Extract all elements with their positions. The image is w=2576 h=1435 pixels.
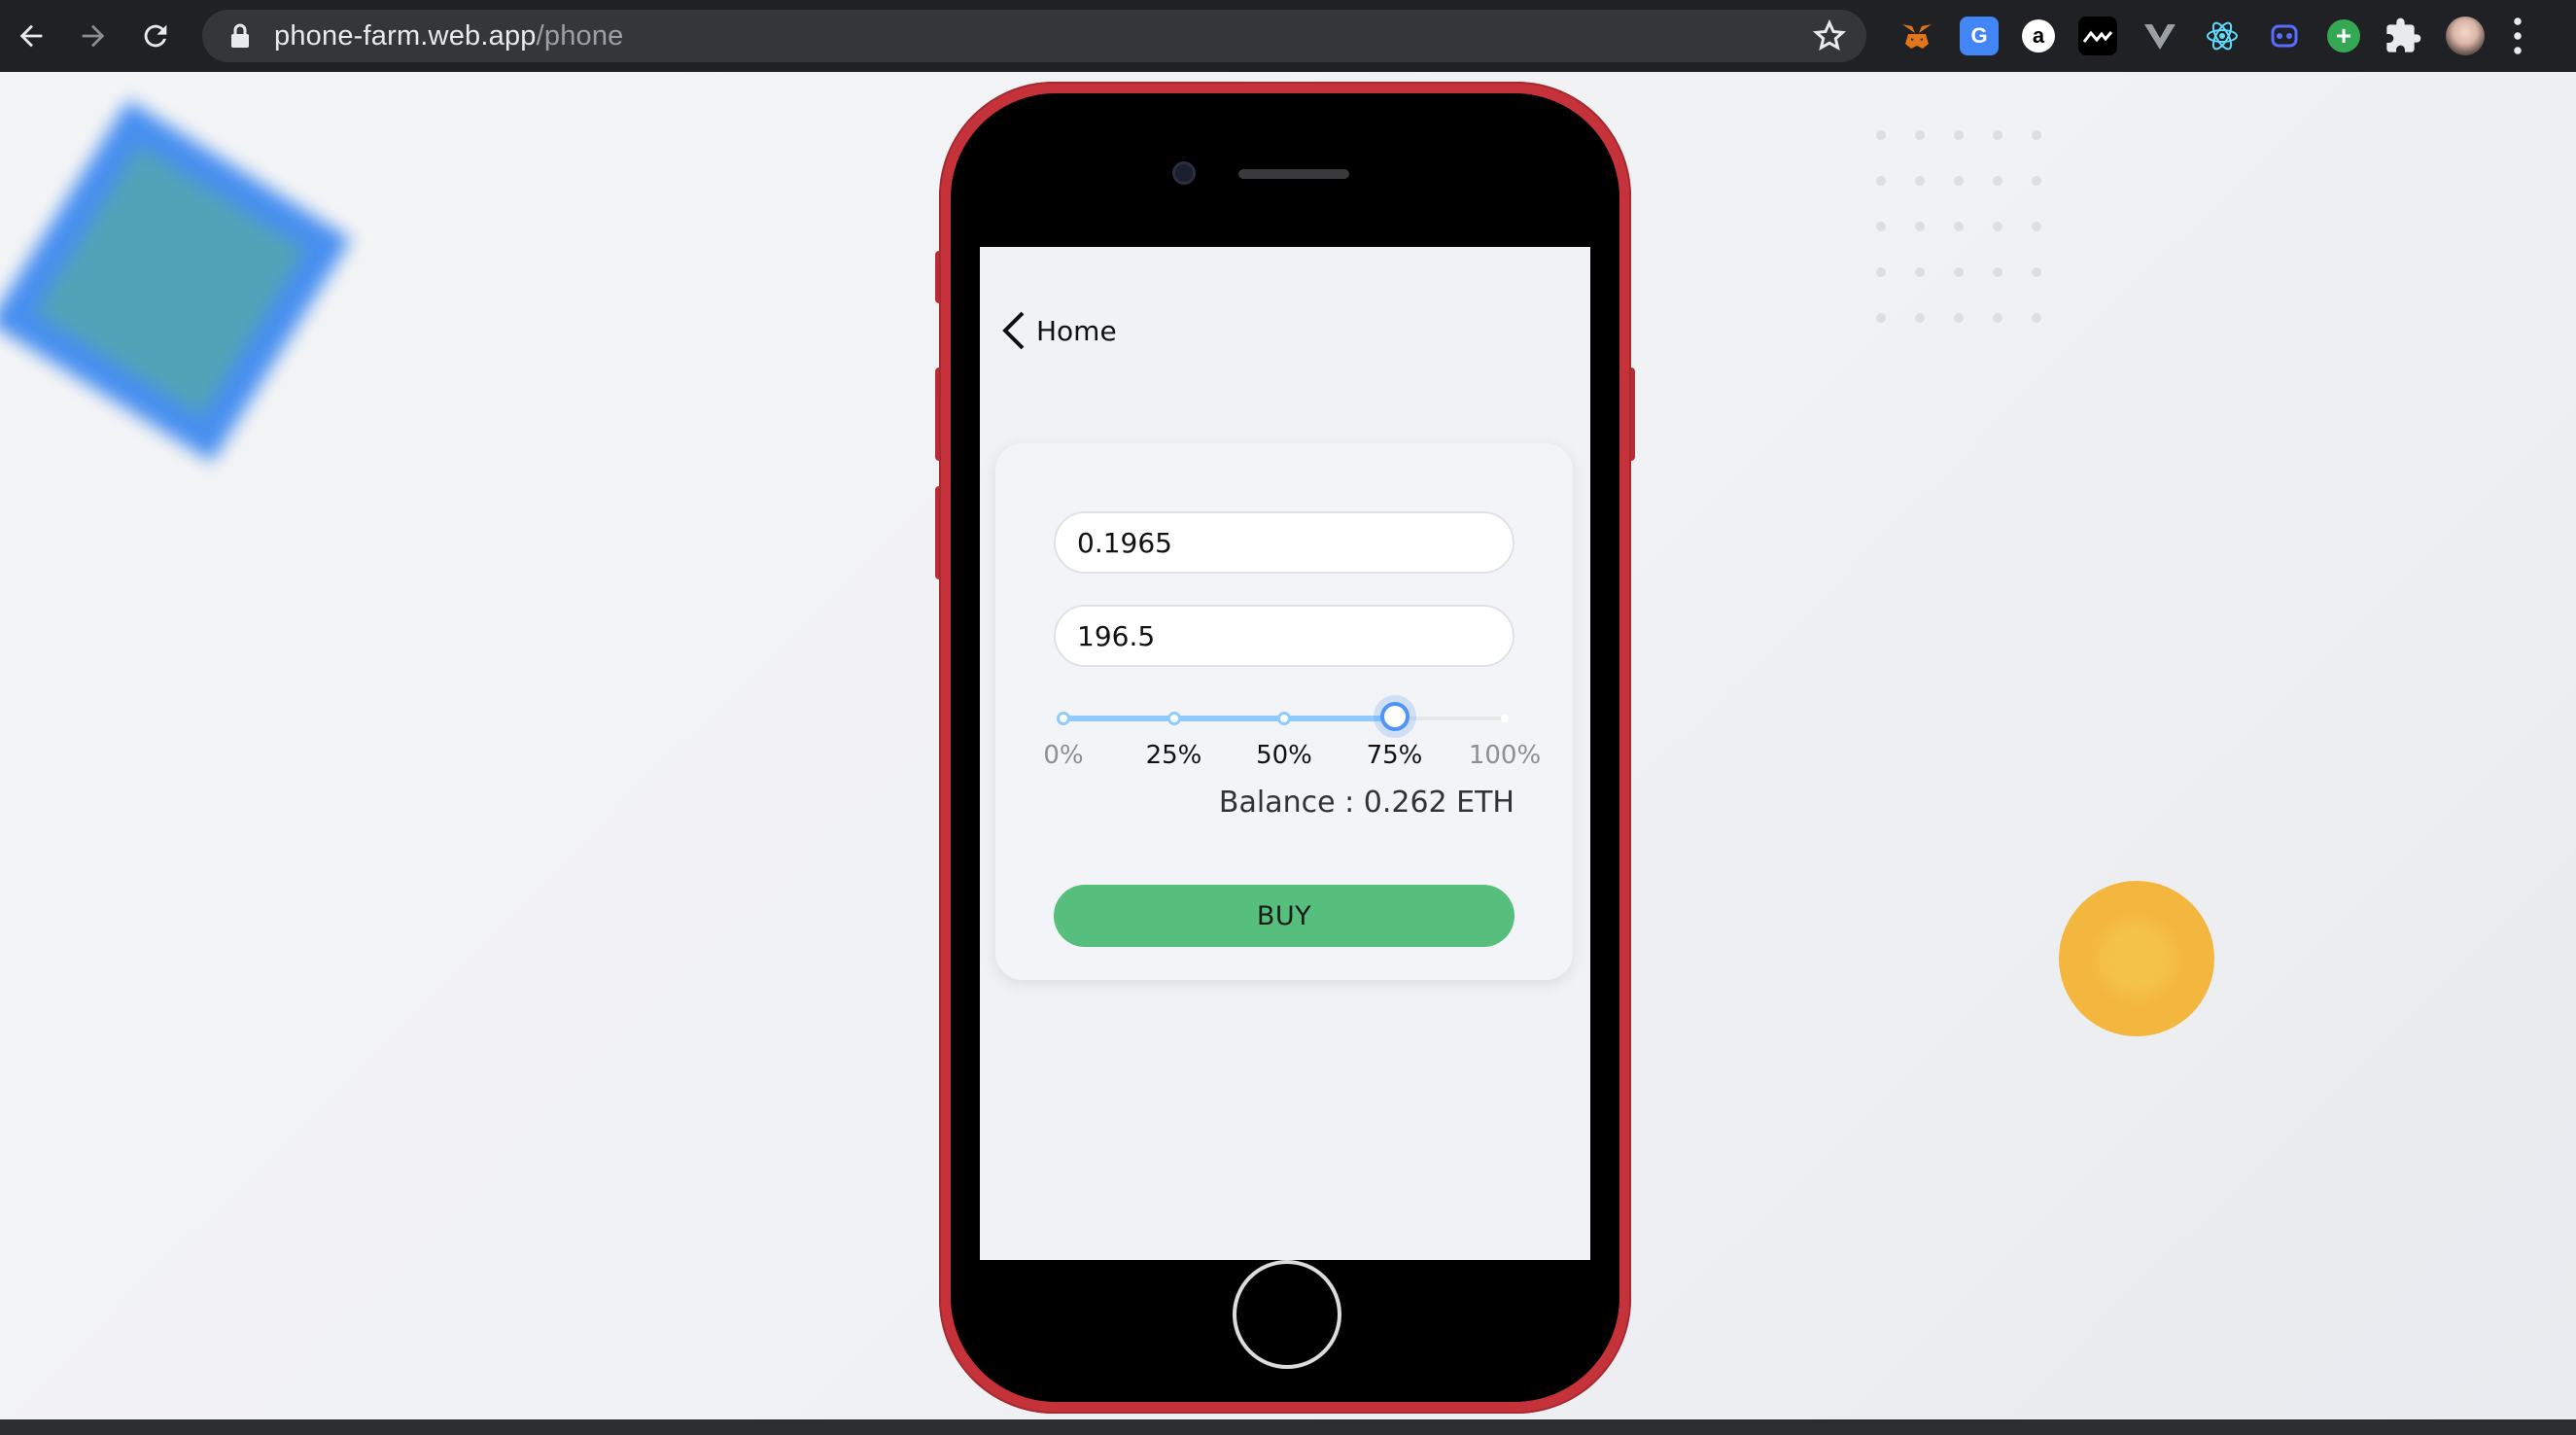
percent-slider[interactable]	[1054, 702, 1514, 733]
phone-camera	[1172, 161, 1196, 185]
phone-speaker	[1238, 169, 1349, 179]
a-glyph: a	[2032, 23, 2045, 48]
browser-toolbar: phone-farm.web.app/phone G a +	[0, 0, 2576, 72]
plus-icon[interactable]: +	[2327, 19, 2360, 52]
slider-label[interactable]: 75%	[1367, 741, 1423, 770]
back-home-button[interactable]: Home	[997, 309, 1117, 352]
menu-kebab-icon[interactable]	[2508, 17, 2527, 55]
url-text: phone-farm.web.app/phone	[274, 19, 624, 52]
price-input[interactable]: 196.5	[1054, 605, 1514, 667]
decorative-blue-square	[0, 99, 352, 463]
address-bar[interactable]: phone-farm.web.app/phone	[202, 10, 1866, 62]
buy-button[interactable]: BUY	[1054, 885, 1514, 947]
back-label: Home	[1036, 314, 1117, 347]
profile-avatar[interactable]	[2446, 17, 2485, 55]
phone-home-button[interactable]	[1233, 1260, 1341, 1369]
bookmark-star-icon[interactable]	[1812, 18, 1847, 53]
ghost-icon[interactable]	[2265, 17, 2304, 55]
slider-labels: 0% 25% 50% 75% 100%	[1043, 741, 1541, 776]
reload-icon[interactable]	[124, 0, 187, 72]
back-arrow-icon[interactable]	[0, 0, 62, 72]
slider-label[interactable]: 0%	[1043, 741, 1083, 770]
wave-icon[interactable]	[2078, 17, 2117, 55]
plus-glyph: +	[2335, 20, 2352, 51]
decorative-dot-grid	[1876, 130, 2071, 325]
puzzle-icon[interactable]	[2384, 17, 2422, 55]
phone-frame: Home 0.1965 196.5 0% 25% 50% 75% 100% Balanc…	[939, 82, 1631, 1414]
slider-handle[interactable]	[1379, 702, 1410, 731]
vue-icon[interactable]	[2141, 17, 2179, 55]
slider-label[interactable]: 25%	[1146, 741, 1202, 770]
a-icon[interactable]: a	[2022, 19, 2055, 52]
slider-label[interactable]: 100%	[1469, 741, 1541, 770]
bottom-edge-bar	[0, 1419, 2576, 1435]
slider-mark[interactable]	[1057, 712, 1070, 725]
extensions-bar: G a +	[1886, 0, 2539, 72]
slider-mark[interactable]	[1166, 712, 1181, 725]
forward-arrow-icon[interactable]	[62, 0, 124, 72]
lock-icon	[229, 23, 251, 49]
slider-mark[interactable]	[1501, 715, 1509, 722]
google-translate-icon[interactable]: G	[1960, 17, 1999, 55]
phone-screen: Home 0.1965 196.5 0% 25% 50% 75% 100% Balanc…	[980, 247, 1590, 1260]
translate-glyph: G	[1970, 23, 1988, 48]
balance-text: Balance : 0.262 ETH	[1218, 786, 1514, 820]
phone-bezel: Home 0.1965 196.5 0% 25% 50% 75% 100% Balanc…	[951, 93, 1619, 1402]
buy-card: 0.1965 196.5 0% 25% 50% 75% 100% Balance : 0…	[995, 443, 1573, 980]
slider-fill	[1063, 716, 1395, 721]
slider-mark[interactable]	[1277, 712, 1291, 725]
decorative-yellow-circle	[2059, 881, 2214, 1036]
metamask-fox-icon[interactable]	[1897, 17, 1936, 55]
react-icon[interactable]	[2203, 17, 2242, 55]
slider-label[interactable]: 50%	[1256, 741, 1312, 770]
amount-input[interactable]: 0.1965	[1054, 511, 1514, 574]
chevron-left-icon	[1002, 311, 1025, 350]
